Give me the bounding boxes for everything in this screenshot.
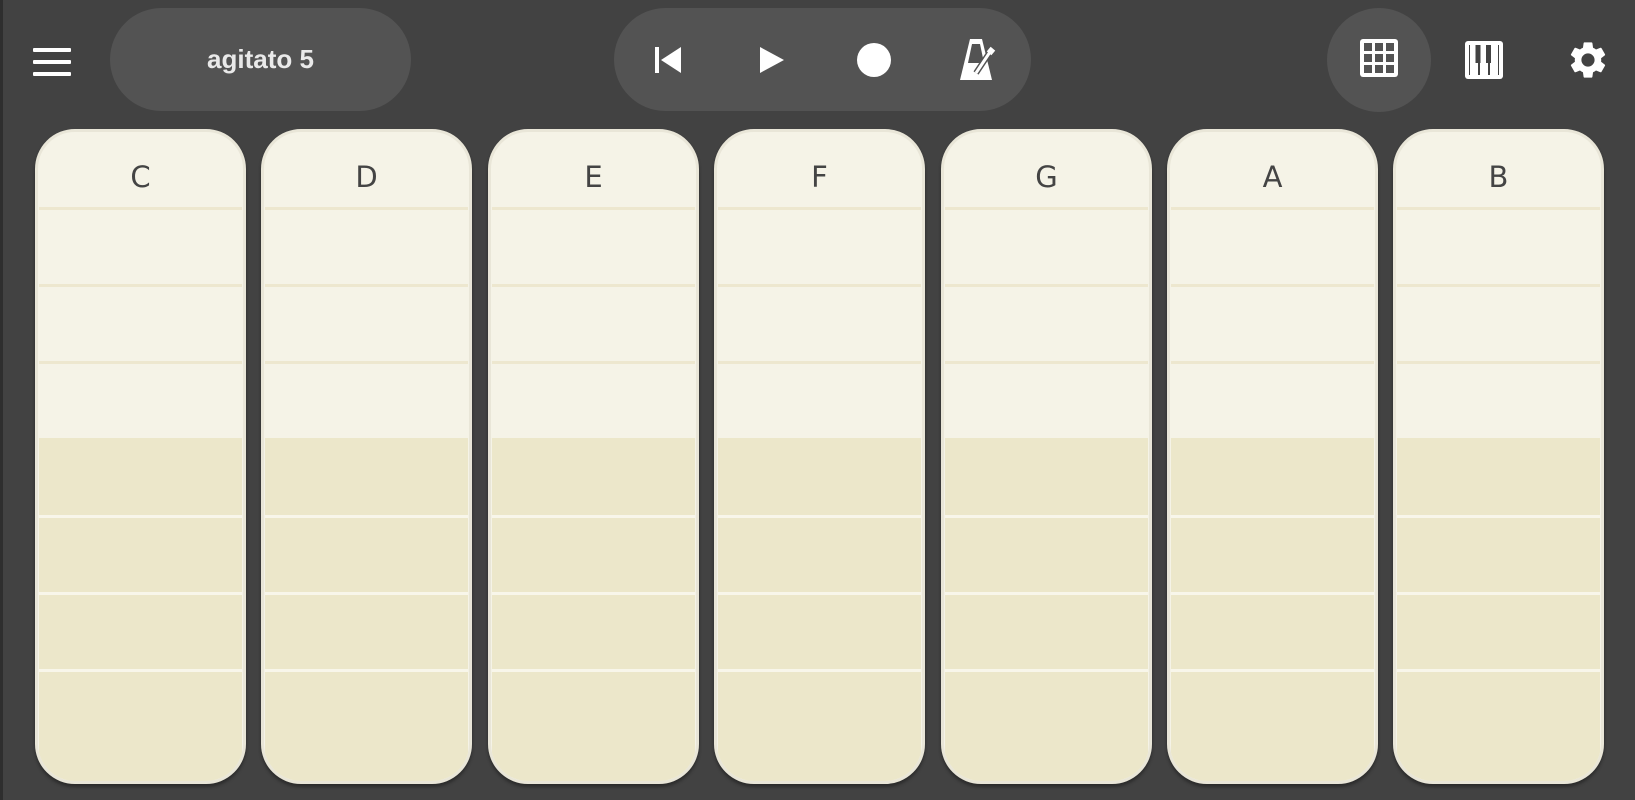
app-window: agitato 5 C D E F G A B (0, 0, 1635, 800)
pad-cell[interactable] (718, 438, 921, 515)
pad-cell[interactable] (39, 438, 242, 515)
pad-note-label: G (1035, 160, 1058, 194)
pad-cell[interactable] (1171, 207, 1374, 284)
pad-cell[interactable] (265, 669, 468, 781)
pad-cell[interactable] (1171, 669, 1374, 781)
pad-cell[interactable] (1397, 361, 1600, 438)
pad-cell[interactable] (492, 361, 695, 438)
pad-cell[interactable] (945, 207, 1148, 284)
pad-cell[interactable] (718, 361, 921, 438)
pad-cell[interactable] (1171, 284, 1374, 361)
pad-cell[interactable] (718, 592, 921, 669)
pad-note-label: D (355, 160, 378, 194)
pad-cell[interactable] (945, 438, 1148, 515)
pad-cell[interactable] (718, 284, 921, 361)
record-icon[interactable] (844, 30, 904, 90)
piano-keys-icon[interactable] (1454, 30, 1514, 90)
pad-cell[interactable] (39, 669, 242, 781)
pad-cell[interactable] (945, 669, 1148, 781)
gear-icon[interactable] (1558, 30, 1618, 90)
play-icon[interactable] (741, 30, 801, 90)
pad-cell[interactable] (492, 284, 695, 361)
pad-note-label: A (1262, 160, 1283, 194)
pad-cell[interactable] (265, 207, 468, 284)
hamburger-menu-icon[interactable] (33, 40, 77, 84)
pad-cell[interactable] (1397, 515, 1600, 592)
pad-cell[interactable] (265, 361, 468, 438)
skip-to-start-icon[interactable] (638, 30, 698, 90)
pad-cell[interactable] (945, 592, 1148, 669)
pad-cell[interactable] (265, 438, 468, 515)
pad-cell[interactable] (492, 438, 695, 515)
note-pad-e[interactable]: E (488, 129, 699, 784)
pad-note-label: B (1488, 160, 1509, 194)
note-pads: CDEFGAB (35, 129, 1609, 784)
pad-cell[interactable] (718, 515, 921, 592)
pad-cell[interactable] (265, 515, 468, 592)
pad-cell[interactable] (1397, 438, 1600, 515)
pad-cell[interactable] (1171, 592, 1374, 669)
pad-note-label: E (584, 160, 603, 194)
pad-cell[interactable] (492, 207, 695, 284)
pad-cell[interactable] (1397, 592, 1600, 669)
grid-icon (1358, 37, 1400, 84)
song-title-button[interactable]: agitato 5 (110, 8, 411, 111)
song-title: agitato 5 (207, 44, 314, 74)
pad-cell[interactable] (39, 592, 242, 669)
metronome-icon[interactable] (947, 30, 1007, 90)
pad-cell[interactable] (1397, 284, 1600, 361)
pad-cell[interactable] (945, 515, 1148, 592)
pad-cell[interactable] (265, 592, 468, 669)
pad-cell[interactable] (492, 515, 695, 592)
note-pad-a[interactable]: A (1167, 129, 1378, 784)
pad-cell[interactable] (265, 284, 468, 361)
note-pad-g[interactable]: G (941, 129, 1152, 784)
pad-cell[interactable] (1171, 361, 1374, 438)
note-pad-f[interactable]: F (714, 129, 925, 784)
pad-cell[interactable] (492, 669, 695, 781)
pad-cell[interactable] (39, 284, 242, 361)
pad-cell[interactable] (39, 207, 242, 284)
note-pad-c[interactable]: C (35, 129, 246, 784)
pad-cell[interactable] (39, 361, 242, 438)
pad-cell[interactable] (1171, 438, 1374, 515)
note-pad-d[interactable]: D (261, 129, 472, 784)
pad-cell[interactable] (945, 361, 1148, 438)
grid-view-button[interactable] (1327, 8, 1431, 112)
pad-cell[interactable] (945, 284, 1148, 361)
pad-cell[interactable] (1397, 207, 1600, 284)
note-pad-b[interactable]: B (1393, 129, 1604, 784)
pad-note-label: F (811, 160, 828, 194)
transport-controls (614, 8, 1031, 111)
pad-cell[interactable] (1171, 515, 1374, 592)
pad-cell[interactable] (718, 207, 921, 284)
pad-cell[interactable] (492, 592, 695, 669)
pad-note-label: C (130, 160, 151, 194)
pad-cell[interactable] (718, 669, 921, 781)
pad-cell[interactable] (1397, 669, 1600, 781)
pad-cell[interactable] (39, 515, 242, 592)
